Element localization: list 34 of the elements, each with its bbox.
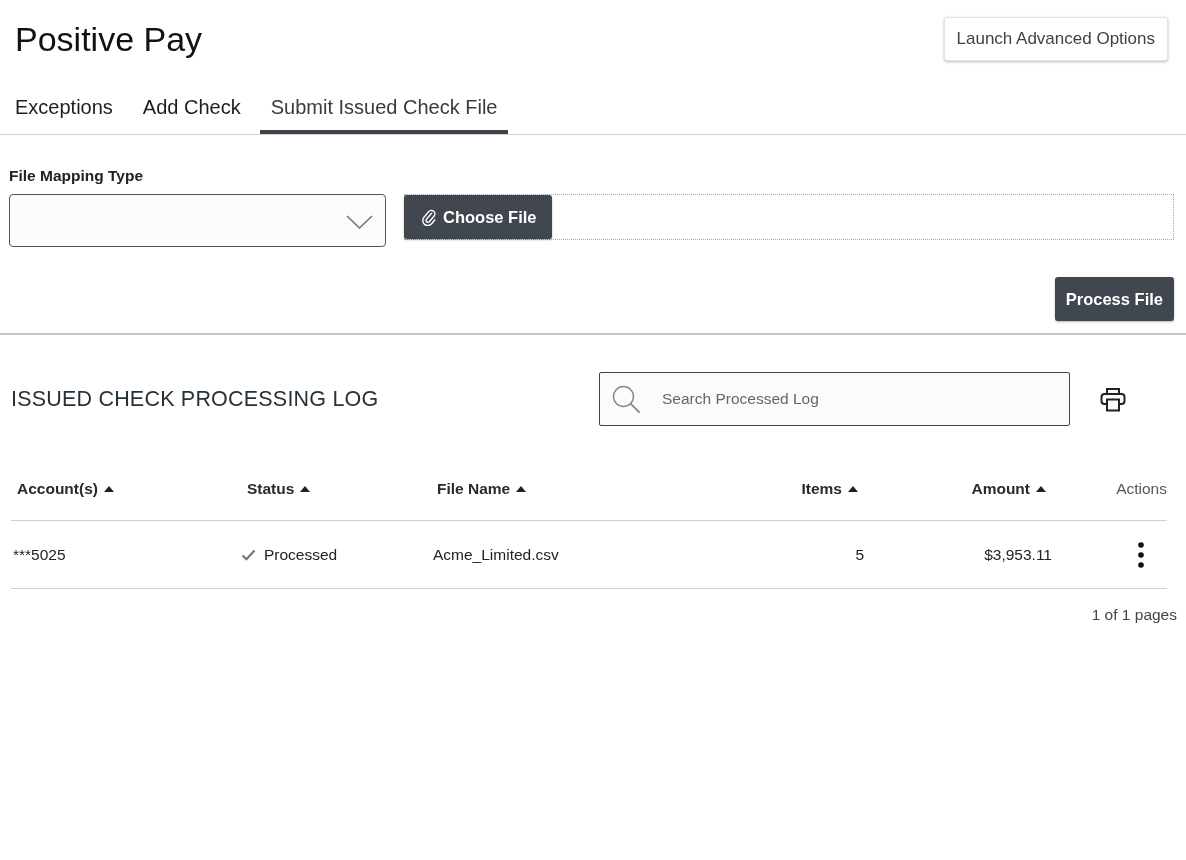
sort-caret-icon bbox=[300, 486, 311, 492]
file-name-field[interactable]: Choose File bbox=[404, 194, 1174, 240]
tab[interactable]: Exceptions bbox=[4, 83, 124, 134]
section-heading: ISSUED CHECK PROCESSING LOG bbox=[11, 386, 379, 412]
search-icon bbox=[612, 385, 640, 413]
status-text: Processed bbox=[264, 545, 338, 564]
column-header[interactable]: File Name bbox=[437, 480, 511, 498]
column-header[interactable]: Amount bbox=[971, 480, 1030, 498]
column-header[interactable]: Account(s) bbox=[17, 480, 98, 498]
pagination-text: 1 of 1 pages bbox=[1091, 605, 1177, 625]
field-label: File Mapping Type bbox=[9, 166, 144, 186]
printer-icon[interactable] bbox=[1100, 386, 1126, 412]
more-options-icon[interactable] bbox=[1138, 541, 1144, 568]
table-cell: ***5025 bbox=[13, 545, 66, 564]
table-cell: $3,953.11 bbox=[984, 545, 1052, 564]
paperclip-icon bbox=[422, 208, 436, 226]
chevron-down-icon bbox=[346, 214, 373, 229]
table-cell: 5 bbox=[855, 545, 864, 564]
column-header[interactable]: Status bbox=[247, 480, 295, 498]
sort-caret-icon bbox=[1036, 486, 1046, 492]
process-file-button[interactable]: Process File bbox=[1054, 277, 1174, 321]
launch-advanced-options-button[interactable]: Launch Advanced Options bbox=[943, 17, 1168, 61]
page-title: Positive Pay bbox=[15, 19, 203, 60]
choose-file-button[interactable]: Choose File bbox=[404, 195, 552, 239]
column-header[interactable]: Items bbox=[801, 480, 842, 498]
tab[interactable]: Add Check bbox=[131, 83, 252, 134]
mapping-type-select[interactable] bbox=[9, 194, 386, 247]
tab[interactable]: Submit Issued Check File bbox=[259, 83, 509, 134]
column-header: Actions bbox=[1116, 480, 1167, 498]
search-field[interactable]: Search Processed Log bbox=[599, 372, 1070, 426]
table-cell: Acme_Limited.csv bbox=[433, 545, 559, 564]
sort-caret-icon bbox=[516, 486, 527, 492]
sort-caret-icon bbox=[848, 486, 858, 492]
sort-caret-icon bbox=[103, 486, 114, 492]
